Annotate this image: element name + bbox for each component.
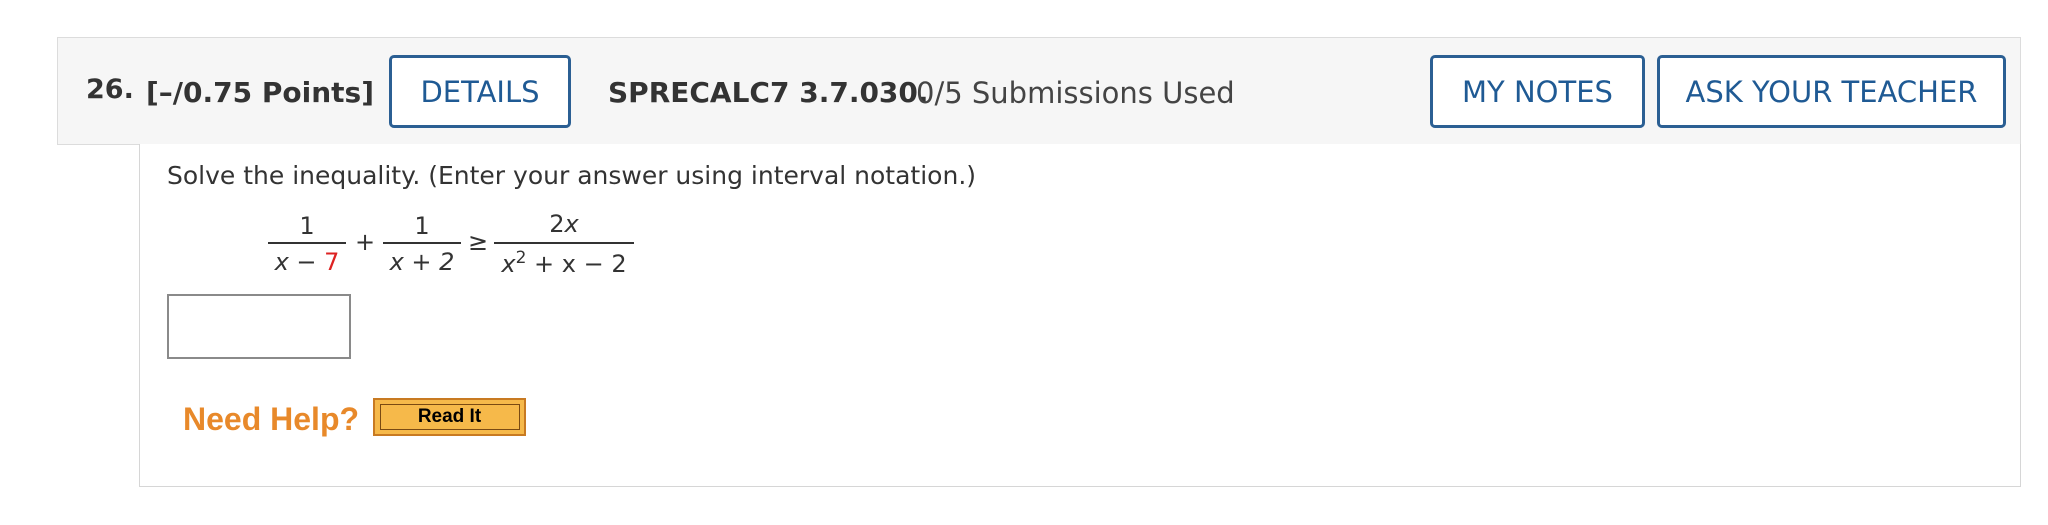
ask-your-teacher-button[interactable]: ASK YOUR TEACHER: [1657, 55, 2006, 128]
read-it-label: Read It: [379, 404, 520, 430]
need-help-label: Need Help?: [183, 401, 360, 437]
submissions-used: 0/5 Submissions Used: [916, 76, 1235, 110]
fraction-2: 1 x + 2: [383, 212, 461, 276]
fraction-3-numerator: 2x: [549, 210, 579, 238]
fraction-3: 2x x2 + x − 2: [494, 210, 634, 278]
fraction-2-denominator: x + 2: [389, 248, 455, 276]
details-button[interactable]: DETAILS: [389, 55, 571, 128]
greater-equal-sign: ≥: [468, 228, 489, 256]
fraction-1-numerator: 1: [299, 212, 315, 240]
fraction-1-denominator: x − 7: [274, 248, 340, 276]
question-number: 26.: [86, 74, 134, 105]
read-it-button[interactable]: Read It: [373, 398, 526, 436]
plus-sign: +: [355, 228, 376, 256]
highlighted-constant: 7: [324, 248, 340, 276]
question-code: SPRECALC7 3.7.030.: [608, 76, 929, 109]
question-prompt: Solve the inequality. (Enter your answer…: [167, 161, 977, 190]
question-header: 26. [–/0.75 Points] DETAILS SPRECALC7 3.…: [57, 37, 2021, 145]
fraction-3-denominator: x2 + x − 2: [501, 248, 627, 278]
answer-input[interactable]: [167, 294, 351, 359]
fraction-1: 1 x − 7: [268, 212, 346, 276]
question-points: [–/0.75 Points]: [146, 76, 374, 109]
fraction-2-numerator: 1: [414, 212, 430, 240]
my-notes-button[interactable]: MY NOTES: [1430, 55, 1645, 128]
